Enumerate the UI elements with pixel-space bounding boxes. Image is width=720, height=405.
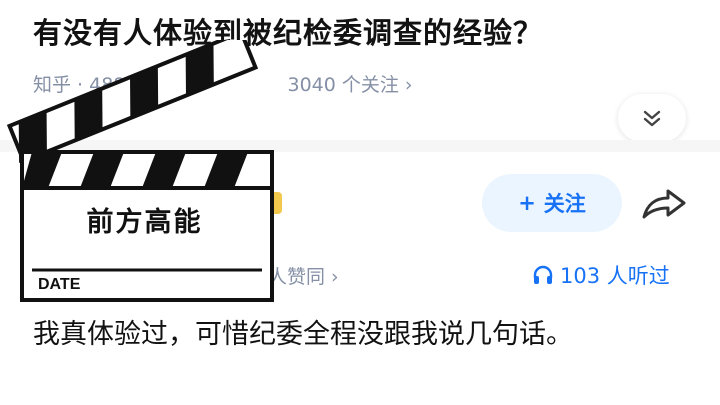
meta-follow-count[interactable]: 3040 个关注 › [287,74,412,96]
sticker-date-label: DATE [38,276,81,293]
listen-count-label: 103 人听过 [560,264,670,288]
plus-icon: + [518,191,536,215]
chevron-double-down-icon [643,110,661,127]
clapperboard-sticker [6,40,274,302]
share-icon[interactable] [640,183,688,223]
follow-button[interactable]: + 关注 [482,174,622,232]
collapse-button[interactable] [618,94,686,142]
follow-button-label: 关注 [543,192,586,216]
headphones-icon [533,265,553,284]
answer-body[interactable]: 我真体验过，可惜纪委全程没跟我说几句话。 [33,312,653,358]
sticker-label: 前方高能 [86,207,203,238]
listen-count[interactable]: 103 人听过 [532,260,670,290]
